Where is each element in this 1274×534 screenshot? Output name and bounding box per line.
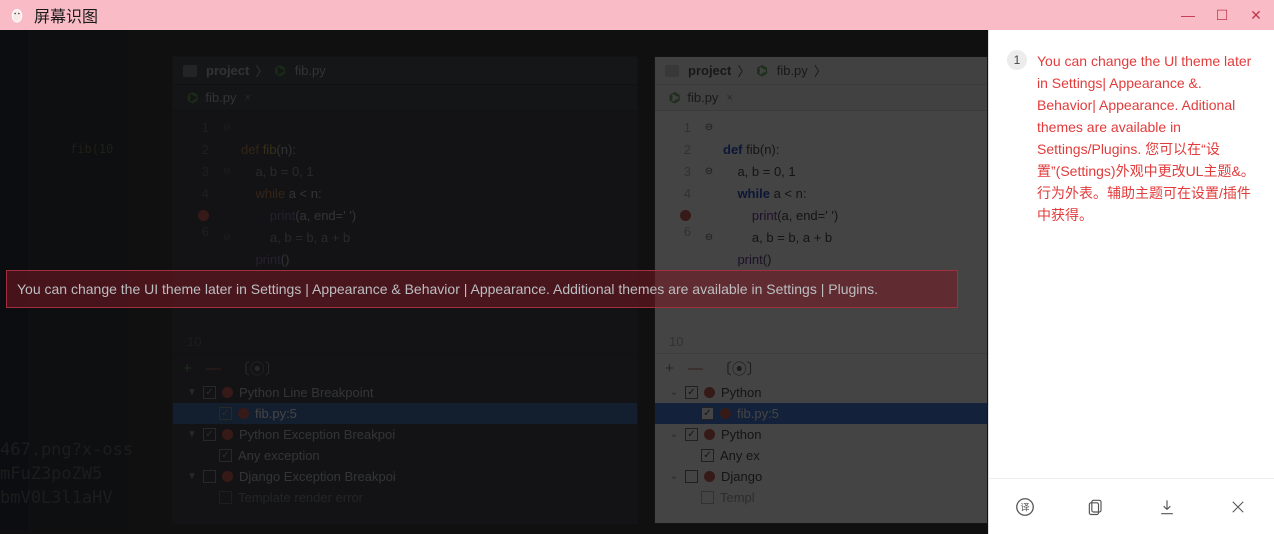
- node-label: Any exception: [238, 448, 320, 463]
- gutter[interactable]: 1 2 3 4 6: [655, 111, 701, 293]
- add-breakpoint-button[interactable]: +: [665, 360, 674, 377]
- node-label: Python: [721, 385, 761, 400]
- node-label: Python: [721, 427, 761, 442]
- caret-down-icon[interactable]: ⌄: [669, 429, 679, 440]
- remove-breakpoint-button[interactable]: —: [688, 360, 703, 377]
- python-file-icon: ⌬: [756, 63, 767, 79]
- node-label: fib.py:5: [737, 406, 779, 421]
- checkbox[interactable]: [685, 428, 698, 441]
- tab-label: fib.py: [205, 90, 236, 105]
- checkbox[interactable]: [219, 491, 232, 504]
- noise-img-l3: bmV0L3l1aHV: [0, 488, 113, 508]
- close-tab-icon[interactable]: ×: [244, 92, 250, 104]
- python-file-icon: ⌬: [187, 90, 198, 106]
- checkbox[interactable]: [203, 470, 216, 483]
- caret-down-icon[interactable]: ▼: [187, 387, 197, 398]
- svg-text:译: 译: [1020, 502, 1029, 512]
- node-label: Any ex: [720, 448, 760, 463]
- checkbox[interactable]: [701, 407, 714, 420]
- ocr-selection-box[interactable]: You can change the UI theme later in Set…: [6, 270, 958, 308]
- checkbox[interactable]: [203, 386, 216, 399]
- app-title: 屏幕识图: [34, 3, 98, 27]
- node-label: Template render error: [238, 490, 363, 505]
- breadcrumb-file[interactable]: fib.py: [777, 63, 808, 78]
- checkbox[interactable]: [203, 428, 216, 441]
- folder-icon: [183, 65, 197, 77]
- add-breakpoint-button[interactable]: +: [183, 360, 192, 377]
- translate-button[interactable]: 译: [1013, 495, 1037, 519]
- python-file-icon: ⌬: [274, 63, 285, 79]
- checkbox[interactable]: [685, 386, 698, 399]
- app-icon: [8, 6, 26, 24]
- remove-breakpoint-button[interactable]: —: [206, 360, 221, 377]
- breakpoint-icon: [222, 387, 233, 398]
- checkbox[interactable]: [219, 407, 232, 420]
- checkbox[interactable]: [701, 491, 714, 504]
- python-file-icon: ⌬: [669, 90, 680, 106]
- checkbox[interactable]: [219, 449, 232, 462]
- caret-down-icon[interactable]: ⌄: [669, 387, 679, 398]
- breakpoint-icon[interactable]: [198, 210, 209, 221]
- group-breakpoints-button[interactable]: 〔⦿〕: [235, 358, 280, 379]
- node-label: fib.py:5: [255, 406, 297, 421]
- node-label: Python Exception Breakpoi: [239, 427, 395, 442]
- breakpoint-icon: [238, 408, 249, 419]
- noise-img-l2: mFuZ3poZW5: [0, 464, 102, 484]
- editor-tab-fib[interactable]: ⌬ fib.py ×: [181, 88, 257, 108]
- breakpoint-icon[interactable]: [680, 210, 691, 221]
- editor-tab-fib[interactable]: ⌬ fib.py ×: [663, 88, 739, 108]
- ocr-result-item[interactable]: 1 You can change the Ul theme later in S…: [1007, 50, 1258, 226]
- breadcrumb-sep-icon: 〉: [737, 61, 750, 80]
- close-panel-button[interactable]: [1226, 495, 1250, 519]
- folder-icon: [665, 65, 679, 77]
- code-area[interactable]: def fib(n): a, b = 0, 1 while a < n: pri…: [235, 111, 356, 293]
- gutter[interactable]: 1 2 3 4 6: [173, 111, 219, 293]
- minimize-button[interactable]: —: [1178, 7, 1198, 23]
- breakpoints-tree[interactable]: ⌄Python fib.py:5 ⌄Python Any ex ⌄Django …: [655, 382, 987, 508]
- caret-down-icon[interactable]: ▼: [187, 429, 197, 440]
- breakpoint-icon: [222, 471, 233, 482]
- fold-column[interactable]: ⊖⊖⊖: [701, 111, 717, 293]
- breadcrumb-file[interactable]: fib.py: [295, 63, 326, 78]
- node-label: Python Line Breakpoint: [239, 385, 373, 400]
- breakpoint-icon: [720, 408, 731, 419]
- node-label: Templ: [720, 490, 755, 505]
- download-button[interactable]: [1155, 495, 1179, 519]
- breakpoint-icon: [704, 429, 715, 440]
- breadcrumb-sep-icon: 〉: [255, 61, 268, 80]
- breadcrumb-sep-icon: 〉: [814, 61, 827, 80]
- caret-down-icon[interactable]: ⌄: [669, 471, 679, 482]
- gutter-line-10: 10: [655, 329, 987, 353]
- result-index-badge: 1: [1007, 50, 1027, 70]
- maximize-button[interactable]: ☐: [1212, 7, 1232, 24]
- breadcrumb-project[interactable]: project: [688, 63, 731, 78]
- breakpoint-icon: [704, 471, 715, 482]
- group-breakpoints-button[interactable]: 〔⦿〕: [717, 358, 762, 379]
- breadcrumb-project[interactable]: project: [206, 63, 249, 78]
- copy-button[interactable]: [1084, 495, 1108, 519]
- caret-down-icon[interactable]: ▼: [187, 471, 197, 482]
- checkbox[interactable]: [701, 449, 714, 462]
- breakpoint-icon: [704, 387, 715, 398]
- breakpoint-icon: [222, 429, 233, 440]
- fold-column[interactable]: ⊖⊖⊖: [219, 111, 235, 293]
- ocr-selected-text: You can change the UI theme later in Set…: [17, 281, 878, 297]
- checkbox[interactable]: [685, 470, 698, 483]
- code-area[interactable]: def fib(n): a, b = 0, 1 while a < n: pri…: [717, 111, 838, 293]
- close-window-button[interactable]: ✕: [1246, 7, 1266, 24]
- noise-fib-call: fib(10: [70, 142, 113, 156]
- tab-label: fib.py: [687, 90, 718, 105]
- close-tab-icon[interactable]: ×: [726, 92, 732, 104]
- node-label: Django: [721, 469, 762, 484]
- gutter-line-10: 10: [173, 329, 637, 353]
- node-label: Django Exception Breakpoi: [239, 469, 396, 484]
- noise-img-l1: 467.png?x-oss: [0, 440, 133, 460]
- ocr-results-panel: 1 You can change the Ul theme later in S…: [988, 30, 1274, 534]
- result-text[interactable]: You can change the Ul theme later in Set…: [1037, 50, 1258, 226]
- breakpoints-tree[interactable]: ▼ Python Line Breakpoint fib.py:5 ▼ Python…: [173, 382, 637, 508]
